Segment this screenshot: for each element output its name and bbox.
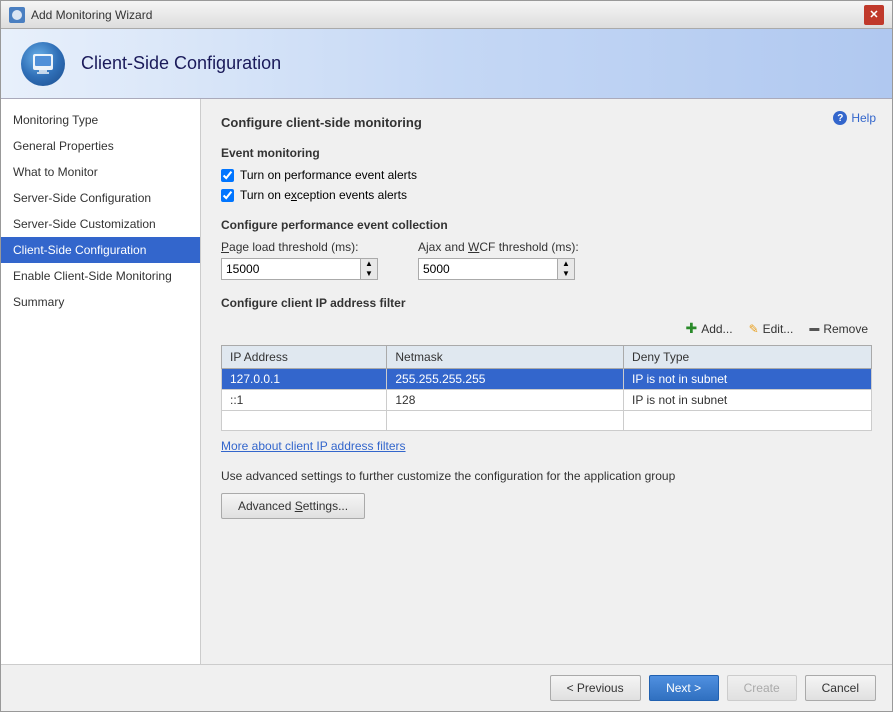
ajax-spinner: ▲ ▼	[558, 258, 575, 280]
col-netmask: Netmask	[387, 346, 624, 369]
ip-cell: 127.0.0.1	[222, 369, 387, 390]
ip-cell: ::1	[222, 390, 387, 411]
advanced-section: Use advanced settings to further customi…	[221, 469, 872, 519]
wizard-window: Add Monitoring Wizard ✕ Client-Side Conf…	[0, 0, 893, 712]
page-load-up-btn[interactable]: ▲	[361, 259, 377, 269]
performance-alerts-checkbox[interactable]	[221, 169, 234, 182]
next-button[interactable]: Next >	[649, 675, 719, 701]
previous-button[interactable]: < Previous	[550, 675, 641, 701]
exception-alerts-checkbox[interactable]	[221, 189, 234, 202]
add-button[interactable]: ✚ Add...	[681, 318, 736, 339]
create-button: Create	[727, 675, 797, 701]
main-content: ? Help Configure client-side monitoring …	[201, 99, 892, 664]
sidebar: Monitoring Type General Properties What …	[1, 99, 201, 664]
title-bar: Add Monitoring Wizard ✕	[1, 1, 892, 29]
threshold-row: Page load threshold (ms): ▲ ▼ Ajax and W…	[221, 240, 872, 280]
page-load-label: Page load threshold (ms):	[221, 240, 378, 254]
sidebar-item-what-to-monitor[interactable]: What to Monitor	[1, 159, 200, 185]
edit-button[interactable]: ✎ Edit...	[745, 318, 798, 339]
performance-alerts-label: Turn on performance event alerts	[240, 168, 417, 182]
advanced-settings-button[interactable]: Advanced Settings...	[221, 493, 365, 519]
page-load-group: Page load threshold (ms): ▲ ▼	[221, 240, 378, 280]
deny-cell: IP is not in subnet	[624, 390, 872, 411]
col-deny: Deny Type	[624, 346, 872, 369]
edit-icon: ✎	[749, 322, 759, 336]
event-monitoring-section: Event monitoring Turn on performance eve…	[221, 146, 872, 202]
sidebar-item-enable-client-side[interactable]: Enable Client-Side Monitoring	[1, 263, 200, 289]
perf-collection-section: Configure performance event collection P…	[221, 218, 872, 280]
wizard-body: Monitoring Type General Properties What …	[1, 99, 892, 664]
ip-filter-toolbar: ✚ Add... ✎ Edit... ▬ Remove	[221, 318, 872, 339]
ip-filter-section: Configure client IP address filter ✚ Add…	[221, 296, 872, 453]
remove-button[interactable]: ▬ Remove	[805, 318, 872, 339]
remove-label: Remove	[823, 322, 868, 336]
page-load-spinner: ▲ ▼	[361, 258, 378, 280]
help-link[interactable]: ? Help	[833, 111, 876, 125]
add-label: Add...	[701, 322, 732, 336]
col-ip: IP Address	[222, 346, 387, 369]
ajax-input[interactable]	[418, 258, 558, 280]
window-title: Add Monitoring Wizard	[31, 8, 152, 22]
remove-icon: ▬	[809, 323, 819, 334]
ajax-down-btn[interactable]: ▼	[558, 269, 574, 279]
netmask-cell: 255.255.255.255	[387, 369, 624, 390]
advanced-desc: Use advanced settings to further customi…	[221, 469, 872, 483]
add-icon: ✚	[685, 320, 697, 337]
close-button[interactable]: ✕	[864, 5, 884, 25]
header-title: Client-Side Configuration	[81, 53, 281, 74]
ajax-up-btn[interactable]: ▲	[558, 259, 574, 269]
page-load-input[interactable]	[221, 258, 361, 280]
event-monitoring-title: Event monitoring	[221, 146, 872, 160]
netmask-cell: 128	[387, 390, 624, 411]
ip-table: IP Address Netmask Deny Type 127.0.0.1 2…	[221, 345, 872, 431]
ajax-label: Ajax and WCF threshold (ms):	[418, 240, 579, 254]
page-load-down-btn[interactable]: ▼	[361, 269, 377, 279]
wizard-icon	[9, 7, 25, 23]
ip-filter-title: Configure client IP address filter	[221, 296, 872, 310]
table-row[interactable]: 127.0.0.1 255.255.255.255 IP is not in s…	[222, 369, 872, 390]
performance-alerts-row: Turn on performance event alerts	[221, 168, 872, 182]
help-label: Help	[851, 111, 876, 125]
header-icon	[21, 42, 65, 86]
sidebar-item-summary[interactable]: Summary	[1, 289, 200, 315]
help-icon: ?	[833, 111, 847, 125]
cancel-button[interactable]: Cancel	[805, 675, 876, 701]
more-link[interactable]: More about client IP address filters	[221, 439, 406, 453]
perf-collection-title: Configure performance event collection	[221, 218, 872, 232]
wizard-header: Client-Side Configuration	[1, 29, 892, 99]
sidebar-item-monitoring-type[interactable]: Monitoring Type	[1, 107, 200, 133]
sidebar-item-server-side-custom[interactable]: Server-Side Customization	[1, 211, 200, 237]
title-bar-left: Add Monitoring Wizard	[9, 7, 152, 23]
sidebar-item-client-side-config[interactable]: Client-Side Configuration	[1, 237, 200, 263]
page-load-input-row: ▲ ▼	[221, 258, 378, 280]
exception-alerts-row: Turn on exception events alerts	[221, 188, 872, 202]
ajax-input-row: ▲ ▼	[418, 258, 579, 280]
table-row-empty	[222, 411, 872, 431]
sidebar-item-general-properties[interactable]: General Properties	[1, 133, 200, 159]
table-row[interactable]: ::1 128 IP is not in subnet	[222, 390, 872, 411]
section-title: Configure client-side monitoring	[221, 115, 872, 134]
deny-cell: IP is not in subnet	[624, 369, 872, 390]
ajax-group: Ajax and WCF threshold (ms): ▲ ▼	[418, 240, 579, 280]
edit-label: Edit...	[763, 322, 794, 336]
wizard-footer: < Previous Next > Create Cancel	[1, 664, 892, 711]
sidebar-item-server-side-config[interactable]: Server-Side Configuration	[1, 185, 200, 211]
exception-alerts-label: Turn on exception events alerts	[240, 188, 407, 202]
